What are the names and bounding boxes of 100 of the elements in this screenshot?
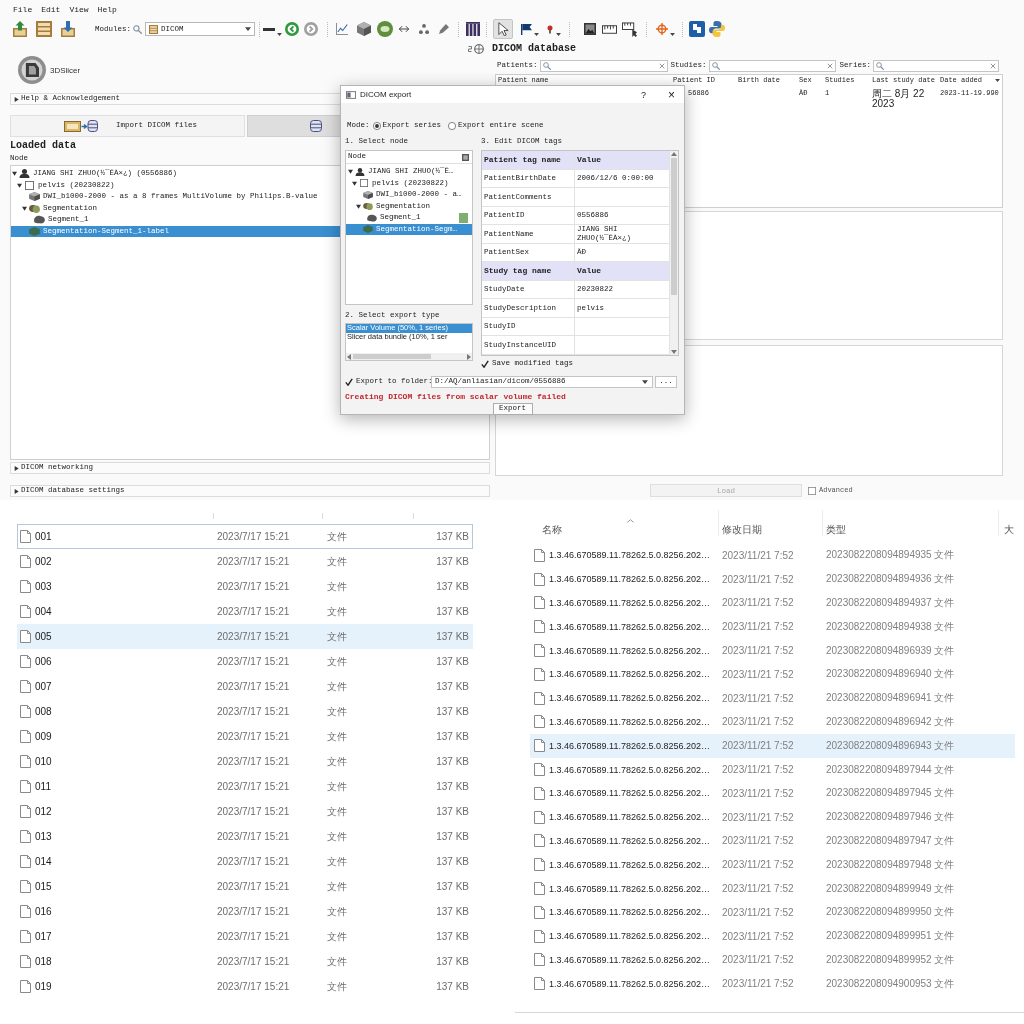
ring-icon[interactable] (377, 21, 393, 37)
file-row[interactable]: 006 2023/7/17 15:21 文件 137 KB (17, 649, 473, 674)
pen-icon[interactable] (439, 24, 449, 34)
file-row[interactable]: 014 2023/7/17 15:21 文件 137 KB (17, 849, 473, 874)
file-row[interactable]: 013 2023/7/17 15:21 文件 137 KB (17, 824, 473, 849)
file-row[interactable]: 1.3.46.670589.11.78262.5.0.8256.202… 2023/11/21 7:52 2023082208094897945 文件 (530, 781, 1015, 806)
caret-icon[interactable] (642, 380, 648, 384)
dots-icon[interactable] (419, 24, 429, 34)
line-chart-icon[interactable] (336, 23, 348, 35)
file-row[interactable]: 017 2023/7/17 15:21 文件 137 KB (17, 924, 473, 949)
file-row[interactable]: 009 2023/7/17 15:21 文件 137 KB (17, 724, 473, 749)
flag-icon[interactable] (521, 23, 532, 35)
caret-icon[interactable] (534, 33, 539, 36)
file-row[interactable]: 1.3.46.670589.11.78262.5.0.8256.202… 2023/11/21 7:52 2023082208094894937 文件 (530, 591, 1015, 615)
file-row[interactable]: 1.3.46.670589.11.78262.5.0.8256.202… 2023/11/21 7:52 2023082208094897947 文件 (530, 829, 1015, 853)
columns-icon[interactable] (466, 22, 480, 36)
search-field[interactable] (873, 60, 1000, 72)
file-row[interactable]: 1.3.46.670589.11.78262.5.0.8256.202… 2023/11/21 7:52 2023082208094897944 文件 (530, 757, 1015, 782)
file-row[interactable]: 1.3.46.670589.11.78262.5.0.8256.202… 2023/11/21 7:52 2023082208094896940 文件 (530, 662, 1015, 687)
file-row[interactable]: 1.3.46.670589.11.78262.5.0.8256.202… 2023/11/21 7:52 2023082208094894935 文件 (530, 543, 1015, 568)
file-row[interactable]: 007 2023/7/17 15:21 文件 137 KB (17, 674, 473, 699)
caret-icon[interactable] (670, 33, 675, 36)
search-icon[interactable] (133, 24, 142, 34)
search-field[interactable] (708, 60, 836, 72)
back-arrow-icon[interactable] (285, 22, 299, 36)
file-row[interactable]: 1.3.46.670589.11.78262.5.0.8256.202… 2023/11/21 7:52 2023082208094900953 文件 (530, 971, 1015, 996)
tile-icon[interactable] (689, 21, 705, 37)
file-row[interactable]: 1.3.46.670589.11.78262.5.0.8256.202… 2023/11/21 7:52 2023082208094899949 文件 (530, 876, 1015, 901)
caret-icon[interactable] (556, 33, 561, 36)
file-row[interactable]: 1.3.46.670589.11.78262.5.0.8256.202… 2023/11/21 7:52 2023082208094896939 文件 (530, 638, 1015, 663)
file-row[interactable]: 002 2023/7/17 15:21 文件 137 KB (17, 549, 473, 574)
vertical-scrollbar[interactable] (670, 151, 678, 355)
column-header[interactable]: 修改日期 (722, 523, 762, 537)
file-row[interactable]: 008 2023/7/17 15:21 文件 137 KB (17, 699, 473, 724)
caret-icon[interactable] (17, 182, 22, 188)
caret-icon[interactable] (14, 488, 19, 494)
minus-icon[interactable] (263, 27, 275, 31)
clear-icon[interactable] (990, 63, 997, 69)
square-icon[interactable] (462, 153, 469, 161)
file-row[interactable]: 1.3.46.670589.11.78262.5.0.8256.202… 2023/11/21 7:52 2023082208094899950 文件 (530, 900, 1015, 925)
help-button[interactable]: ? (640, 89, 646, 100)
file-row[interactable]: 004 2023/7/17 15:21 文件 137 KB (17, 599, 473, 624)
arrows-icon[interactable] (399, 24, 409, 34)
menu-item[interactable]: File (13, 4, 33, 14)
file-row[interactable]: 1.3.46.670589.11.78262.5.0.8256.202… 2023/11/21 7:52 2023082208094896941 文件 (530, 686, 1015, 711)
horizontal-scrollbar[interactable] (346, 353, 472, 360)
pointer-tool-button[interactable] (493, 19, 513, 39)
file-row[interactable]: 1.3.46.670589.11.78262.5.0.8256.202… 2023/11/21 7:52 2023082208094899951 文件 (530, 924, 1015, 949)
caret-icon[interactable] (348, 169, 353, 175)
ruler-cursor-icon[interactable] (622, 21, 637, 37)
caret-icon[interactable] (12, 171, 17, 177)
file-row[interactable]: 018 2023/7/17 15:21 文件 137 KB (17, 949, 473, 974)
clear-icon[interactable] (658, 63, 665, 69)
file-row[interactable]: 012 2023/7/17 15:21 文件 137 KB (17, 799, 473, 824)
download-icon[interactable] (60, 21, 76, 37)
file-row[interactable]: 1.3.46.670589.11.78262.5.0.8256.202… 2023/11/21 7:52 2023082208094897946 文件 (530, 805, 1015, 830)
checkbox-icon[interactable] (345, 378, 353, 386)
stack-icon[interactable] (36, 21, 52, 37)
caret-icon[interactable] (22, 205, 27, 211)
file-row[interactable]: 005 2023/7/17 15:21 文件 137 KB (17, 624, 473, 649)
cube-icon[interactable] (357, 22, 371, 36)
radio-icon[interactable] (372, 122, 381, 130)
file-row[interactable]: 011 2023/7/17 15:21 文件 137 KB (17, 774, 473, 799)
scroll-left-icon[interactable] (347, 353, 351, 360)
file-row[interactable]: 016 2023/7/17 15:21 文件 137 KB (17, 899, 473, 924)
column-header[interactable]: 类型 (826, 523, 846, 537)
clear-icon[interactable] (826, 63, 833, 69)
checkbox-icon[interactable] (481, 360, 489, 368)
scroll-right-icon[interactable] (467, 353, 471, 360)
file-row[interactable]: 1.3.46.670589.11.78262.5.0.8256.202… 2023/11/21 7:52 2023082208094896942 文件 (530, 710, 1015, 734)
checkbox-icon[interactable] (808, 486, 816, 495)
file-row[interactable]: 019 2023/7/17 15:21 文件 137 KB (17, 974, 473, 999)
caret-icon[interactable] (14, 96, 19, 102)
file-row[interactable]: 010 2023/7/17 15:21 文件 137 KB (17, 749, 473, 774)
column-header[interactable]: 名称 (542, 523, 562, 537)
file-row[interactable]: 1.3.46.670589.11.78262.5.0.8256.202… 2023/11/21 7:52 2023082208094897948 文件 (530, 852, 1015, 877)
scrollbar-thumb[interactable] (353, 354, 432, 359)
menu-item[interactable]: View (69, 4, 89, 14)
file-row[interactable]: 1.3.46.670589.11.78262.5.0.8256.202… 2023/11/21 7:52 2023082208094894938 文件 (530, 614, 1015, 639)
scroll-down-icon[interactable] (671, 350, 677, 354)
caret-icon[interactable] (277, 33, 282, 36)
file-row[interactable]: 003 2023/7/17 15:21 文件 137 KB (17, 574, 473, 599)
picture-icon[interactable] (584, 23, 596, 35)
file-row[interactable]: 1.3.46.670589.11.78262.5.0.8256.202… 2023/11/21 7:52 2023082208094899952 文件 (530, 948, 1015, 972)
close-button[interactable]: × (668, 88, 675, 101)
caret-icon[interactable] (356, 203, 361, 209)
caret-icon[interactable] (352, 180, 357, 186)
file-row[interactable]: 001 2023/7/17 15:21 文件 137 KB (17, 524, 473, 549)
radio-icon[interactable] (448, 122, 457, 130)
caret-icon[interactable] (14, 465, 19, 471)
menu-item[interactable]: Edit (41, 4, 61, 14)
caret-icon[interactable] (245, 27, 251, 31)
file-row[interactable]: 015 2023/7/17 15:21 文件 137 KB (17, 874, 473, 899)
scrollbar-thumb[interactable] (671, 158, 677, 295)
file-row[interactable]: 1.3.46.670589.11.78262.5.0.8256.202… 2023/11/21 7:52 2023082208094894936 文件 (530, 567, 1015, 592)
search-field[interactable] (539, 60, 668, 72)
column-header[interactable]: 大 (1004, 523, 1014, 537)
file-row[interactable]: 1.3.46.670589.11.78262.5.0.8256.202… 2023/11/21 7:52 2023082208094896943 文件 (530, 733, 1015, 758)
upload-icon[interactable] (12, 21, 28, 37)
snake-logo-icon[interactable] (709, 21, 725, 37)
